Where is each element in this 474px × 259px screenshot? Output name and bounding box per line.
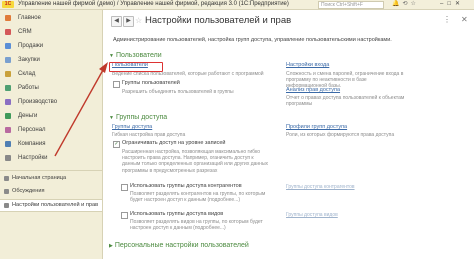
sidebar-item-production[interactable]: Производство <box>0 96 102 108</box>
access-groups-label: Группы доступа <box>115 114 168 121</box>
close-window-icon[interactable]: ✕ <box>455 1 464 7</box>
collapse-triangle-icon: ▼ <box>109 115 114 121</box>
sidebar-item-works[interactable]: Работы <box>0 82 102 94</box>
money-icon <box>5 113 11 119</box>
personal-settings-label: Персональные настройки пользователей <box>114 242 249 249</box>
window-controls[interactable]: –□✕ <box>440 0 464 9</box>
sidebar-item-purchases[interactable]: Закупки <box>0 54 102 66</box>
counterparty-groups-hint: Позволяет разделять контрагентов на груп… <box>130 191 266 204</box>
restrict-records-checkbox[interactable]: ✓ <box>113 141 120 148</box>
main-panel: ◀ ▶ ☆ Настройки пользователей и прав ⋮ ✕… <box>103 10 474 259</box>
works-icon <box>5 85 11 91</box>
sidebar: Главное CRM Продажи Закупки Склад Работы… <box>0 10 103 259</box>
staff-icon <box>5 127 11 133</box>
counterparty-access-groups-link[interactable]: Группы доступа контрагентов <box>286 184 355 190</box>
sidebar-item-label: Персонал <box>18 127 46 133</box>
open-window-user-settings[interactable]: Настройки пользователей и прав <box>0 199 102 212</box>
discussions-icon <box>4 189 9 194</box>
sidebar-item-label: CRM <box>18 29 32 35</box>
user-groups-hint: Разрешить объединять пользователей в гру… <box>122 89 234 95</box>
title-bar: 1С Управление нашей фирмой (демо) / Упра… <box>0 0 474 10</box>
users-group-label: Пользователи <box>115 52 162 59</box>
arrow-right-icon: ▶ <box>126 18 131 24</box>
notifications-icon[interactable]: 🔔 <box>392 1 402 7</box>
sidebar-item-sales[interactable]: Продажи <box>0 40 102 52</box>
sidebar-item-label: Деньги <box>18 113 38 119</box>
highlight-frame <box>109 62 163 72</box>
access-analysis-hint: Отчет о правах доступа пользователей к о… <box>286 95 405 108</box>
sidebar-item-label: Закупки <box>18 57 40 63</box>
item-access-groups-link[interactable]: Группы доступа видов <box>286 212 338 218</box>
restrict-records-hint: Расширенная настройка, позволяющая макси… <box>122 149 269 174</box>
sales-icon <box>5 43 11 49</box>
open-window-discussions[interactable]: Обсуждения <box>0 186 102 197</box>
users-group-header[interactable]: ▼ Пользователи <box>109 52 162 59</box>
sidebar-item-money[interactable]: Деньги <box>0 110 102 122</box>
access-groups-header[interactable]: ▼ Группы доступа <box>109 114 167 121</box>
item-groups-hint: Позволяет разделять видов на группы, по … <box>130 219 263 232</box>
collapse-triangle-icon: ▼ <box>109 53 114 59</box>
more-menu-icon[interactable]: ⋮ <box>443 15 452 24</box>
page-description: Администрирование пользователей, настрой… <box>113 37 392 43</box>
titlebar-icons[interactable]: 🔔⟲☆ <box>392 0 419 9</box>
access-analysis-link[interactable]: Анализ прав доступа <box>286 87 340 93</box>
maximize-icon[interactable]: □ <box>447 1 455 7</box>
access-groups-hint: Гибкая настройка прав доступа <box>112 132 186 138</box>
back-button[interactable]: ◀ <box>111 16 122 27</box>
arrow-left-icon: ◀ <box>114 18 119 24</box>
sidebar-item-label: Работы <box>18 85 39 91</box>
user-groups-label: Группы пользователей <box>122 80 180 86</box>
access-groups-link[interactable]: Группы доступа <box>112 124 152 130</box>
open-window-home-page[interactable]: Начальная страница <box>0 173 102 184</box>
access-profiles-link[interactable]: Профили групп доступа <box>286 124 347 130</box>
item-groups-label: Использовать группы доступа видов <box>130 211 224 217</box>
sidebar-item-label: Склад <box>18 71 36 77</box>
login-settings-link[interactable]: Настройки входа <box>286 62 329 68</box>
page-title: Настройки пользователей и прав <box>145 15 292 26</box>
open-window-label: Настройки пользователей и прав <box>12 202 99 208</box>
history-icon[interactable]: ⟲ <box>402 1 410 7</box>
global-search-input[interactable]: Поиск Ctrl+Shift+F <box>318 1 384 9</box>
sidebar-item-company[interactable]: Компания <box>0 138 102 150</box>
company-icon <box>5 141 11 147</box>
sidebar-item-label: Настройки <box>18 155 48 161</box>
home-icon <box>5 15 11 21</box>
sidebar-item-label: Продажи <box>18 43 44 49</box>
favorite-star-icon[interactable]: ☆ <box>135 16 142 26</box>
sidebar-item-label: Компания <box>18 141 46 147</box>
forward-button[interactable]: ▶ <box>123 16 134 27</box>
counterparty-groups-label: Использовать группы доступа контрагентов <box>130 183 242 189</box>
sidebar-item-staff[interactable]: Персонал <box>0 124 102 136</box>
sidebar-item-crm[interactable]: CRM <box>0 26 102 38</box>
sidebar-item-label: Главное <box>18 15 41 21</box>
sidebar-item-main[interactable]: Главное <box>0 12 102 24</box>
personal-settings-header[interactable]: ▶ Персональные настройки пользователей <box>109 242 249 249</box>
counterparty-groups-checkbox[interactable] <box>121 184 128 191</box>
close-icon[interactable]: ✕ <box>461 15 468 24</box>
sidebar-item-settings[interactable]: Настройки <box>0 152 102 164</box>
open-window-label: Начальная страница <box>12 175 67 181</box>
crm-icon <box>5 29 11 35</box>
sidebar-divider <box>0 170 102 171</box>
sidebar-item-warehouse[interactable]: Склад <box>0 68 102 80</box>
sidebar-item-label: Производство <box>18 99 58 105</box>
access-profiles-hint: Роли, из которых формируются права досту… <box>286 132 395 138</box>
favorites-icon[interactable]: ☆ <box>411 1 419 7</box>
open-window-label: Обсуждения <box>12 188 45 194</box>
purchases-icon <box>5 57 11 63</box>
window-title: Управление нашей фирмой (демо) / Управле… <box>18 1 289 7</box>
production-icon <box>5 99 11 105</box>
settings-page-icon <box>4 203 9 208</box>
warehouse-icon <box>5 71 11 77</box>
settings-icon <box>5 155 11 161</box>
expand-triangle-icon: ▶ <box>109 243 113 249</box>
home-page-icon <box>4 176 9 181</box>
app-logo: 1С <box>2 1 14 8</box>
restrict-records-label: Ограничивать доступ на уровне записей <box>122 140 226 146</box>
user-groups-checkbox[interactable] <box>113 81 120 88</box>
item-groups-checkbox[interactable] <box>121 212 128 219</box>
